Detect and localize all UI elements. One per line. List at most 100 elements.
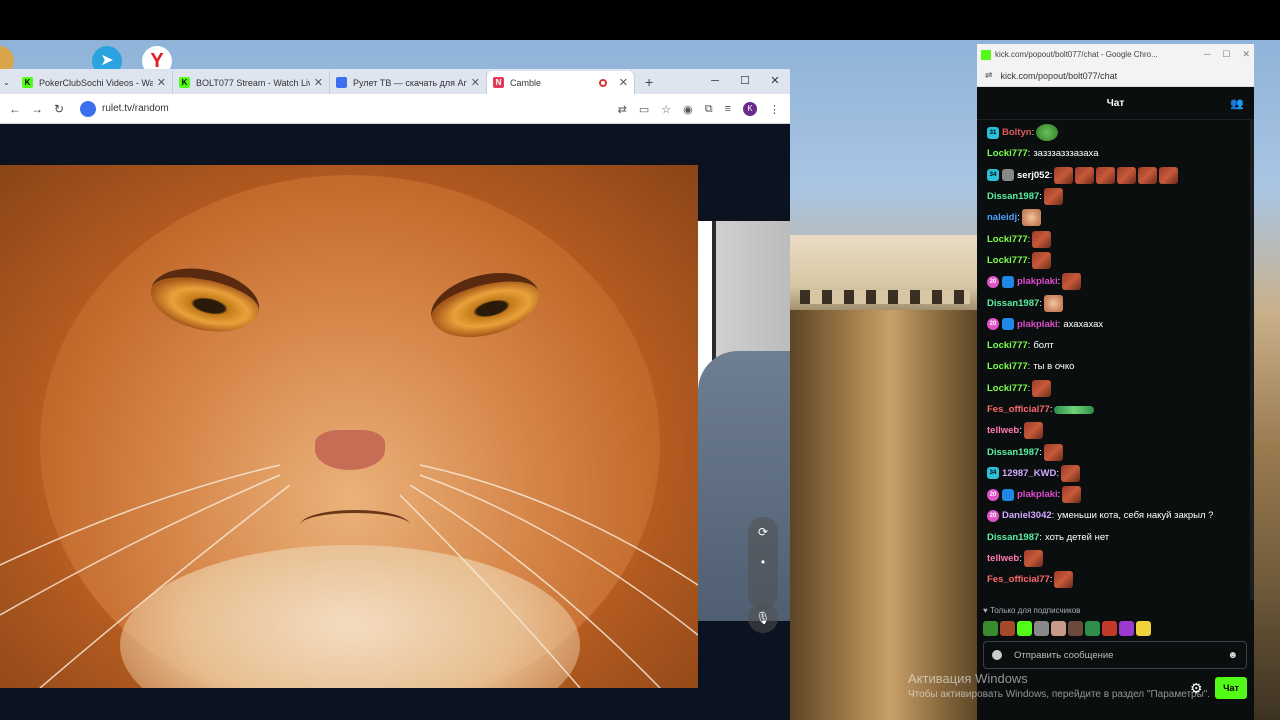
site-info-icon[interactable] (80, 100, 96, 117)
emote-icon[interactable] (1119, 621, 1134, 636)
browser-window: ⌄ K PokerClubSochi Videos - Watch ✕ K BO… (0, 69, 790, 720)
emote-icon (1054, 405, 1095, 414)
chat-message: Locki777: ты в очко (987, 356, 1244, 377)
subs-only-label: Только для подписчиков (989, 606, 1081, 615)
chat-username[interactable]: naleidj (987, 212, 1017, 223)
chat-message: Locki777: зазззазззазаха (987, 143, 1244, 164)
url-field[interactable]: rulet.tv/random (102, 103, 169, 114)
wallpaper-town (790, 235, 980, 320)
emote-icon[interactable] (1034, 621, 1049, 636)
maximize-icon[interactable]: ☐ (1222, 49, 1230, 60)
menu-icon[interactable]: ⋮ (769, 103, 780, 116)
emoji-picker-icon[interactable]: ☻ (1227, 650, 1238, 661)
username-separator: : (1049, 574, 1053, 586)
chat-username[interactable]: Locki777 (987, 361, 1028, 372)
dot-icon[interactable]: • (748, 547, 778, 577)
minimize-icon[interactable]: ─ (700, 69, 730, 94)
chat-username[interactable]: Boltyn (1002, 127, 1032, 138)
translate-icon[interactable]: ⇄ (618, 103, 627, 116)
emote-icon (1096, 166, 1116, 184)
chat-username[interactable]: Daniel3042 (1002, 510, 1052, 521)
emote-icon[interactable] (1017, 621, 1032, 636)
emote-icon (1043, 188, 1063, 206)
emote-icon[interactable] (1051, 621, 1066, 636)
chat-message: Dissan1987: хоть детей нет (987, 527, 1244, 548)
username-separator: : (1056, 467, 1060, 479)
close-icon[interactable]: ✕ (157, 76, 166, 89)
emote-icon[interactable] (983, 621, 998, 636)
switch-camera-icon[interactable]: ⟳ (748, 517, 778, 547)
emote-icon[interactable] (1085, 621, 1100, 636)
chat-username[interactable]: Locki777 (987, 148, 1028, 159)
chat-urlbar: ⇌ kick.com/popout/bolt077/chat (977, 65, 1254, 87)
emote-icon[interactable] (1136, 621, 1151, 636)
emote-icon[interactable] (1000, 621, 1015, 636)
chat-username[interactable]: Dissan1987 (987, 532, 1039, 543)
tab-pokerclubsochi[interactable]: K PokerClubSochi Videos - Watch ✕ (16, 71, 173, 94)
watermark-title: Активация Windows (908, 671, 1028, 686)
chat-username[interactable]: Locki777 (987, 340, 1028, 351)
tab-rulet-tv[interactable]: Рулет ТВ — скачать для Andro ✕ (330, 71, 487, 94)
star-icon[interactable]: ☆ (661, 103, 671, 116)
username-separator: : (1051, 510, 1055, 522)
close-icon[interactable]: ✕ (619, 76, 628, 89)
glasses-badge-icon (1002, 169, 1014, 182)
chat-username[interactable]: Dissan1987 (987, 191, 1039, 202)
close-window-icon[interactable]: ✕ (1242, 49, 1250, 60)
chat-username[interactable]: plakplaki (1017, 319, 1058, 330)
reload-icon[interactable]: ↻ (48, 102, 70, 116)
chat-header: Чат 👥 (977, 87, 1254, 120)
close-icon[interactable]: ✕ (471, 76, 480, 89)
reading-list-icon[interactable]: ≡ (725, 103, 731, 115)
chat-message-input[interactable] (1014, 649, 1228, 661)
cat-whiskers (0, 464, 698, 688)
chat-username[interactable]: Locki777 (987, 255, 1028, 266)
users-icon[interactable]: 👥 (1230, 97, 1244, 110)
back-icon[interactable]: ← (4, 102, 26, 116)
chat-username[interactable]: Dissan1987 (987, 447, 1039, 458)
chat-message: 20 plakplaki: ахахахах (987, 314, 1244, 335)
emote-icon (1021, 209, 1041, 227)
username-separator: : (1019, 425, 1022, 437)
tab-overflow[interactable]: ⌄ (0, 71, 16, 94)
send-chat-button[interactable]: Чат (1215, 677, 1247, 699)
chat-username[interactable]: Fes_official77 (987, 404, 1050, 415)
chat-username[interactable]: tellweb (987, 553, 1019, 564)
chat-url[interactable]: kick.com/popout/bolt077/chat (1001, 71, 1118, 81)
chat-username[interactable]: Dissan1987 (987, 298, 1039, 309)
emote-icon (1036, 124, 1059, 142)
new-tab-button[interactable]: + (645, 74, 653, 90)
emote-icon (1061, 464, 1081, 482)
watermark-subtitle: Чтобы активировать Windows, перейдите в … (908, 689, 1211, 700)
emote-icon[interactable] (1068, 621, 1083, 636)
cast-icon[interactable]: ▭ (639, 103, 649, 116)
chat-username[interactable]: plakplaki (1017, 276, 1058, 287)
chat-username[interactable]: serj052 (1017, 170, 1050, 181)
chat-username[interactable]: Fes_official77 (987, 574, 1050, 585)
puzzle-icon[interactable]: ⧉ (705, 103, 713, 116)
subs-only-notice: ♥ Только для подписчиков (983, 606, 1081, 615)
emote-icon (1023, 422, 1043, 440)
forward-icon[interactable]: → (26, 102, 48, 116)
chat-username[interactable]: plakplaki (1017, 489, 1058, 500)
chat-username[interactable]: Locki777 (987, 383, 1028, 394)
close-window-icon[interactable]: ✕ (760, 69, 790, 94)
prime-badge-icon (1002, 318, 1014, 331)
chat-username[interactable]: tellweb (987, 425, 1019, 436)
prime-badge-icon (1002, 488, 1014, 501)
chat-username[interactable]: 12987_KWD (1002, 468, 1056, 479)
site-settings-icon[interactable]: ⇌ (985, 70, 993, 81)
close-icon[interactable]: ✕ (314, 76, 323, 89)
extension-icon[interactable]: ◉ (683, 103, 693, 116)
maximize-icon[interactable]: ☐ (730, 69, 760, 94)
chat-username[interactable]: Locki777 (987, 234, 1028, 245)
chat-scrollbar[interactable] (1250, 120, 1254, 600)
tab-bolt077-stream[interactable]: K BOLT077 Stream - Watch Live o ✕ (173, 71, 330, 94)
sub-blue-badge-icon: 34 (987, 467, 999, 480)
emote-icon[interactable] (1102, 621, 1117, 636)
tab-camble[interactable]: N Camble ✕ (487, 71, 635, 94)
profile-avatar[interactable]: K (743, 102, 757, 116)
username-separator: : (1017, 212, 1020, 224)
minimize-icon[interactable]: ─ (1204, 49, 1210, 60)
microphone-icon[interactable]: 🎙 (748, 603, 778, 633)
